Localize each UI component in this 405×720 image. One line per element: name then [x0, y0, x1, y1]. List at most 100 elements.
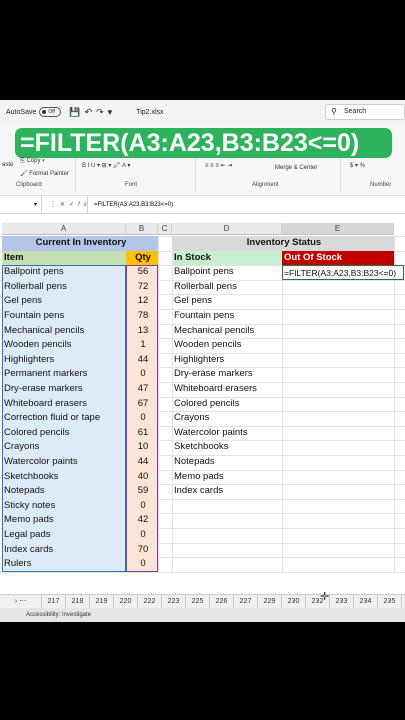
- scroll-arrows[interactable]: › ⋯: [0, 594, 42, 609]
- out-of-stock-header-cell[interactable]: Out Of Stock: [282, 250, 394, 266]
- item-cell[interactable]: Memo pads: [2, 513, 126, 528]
- merge-center-button[interactable]: Merge & Center: [275, 165, 317, 171]
- in-stock-cell[interactable]: Index cards: [172, 484, 282, 499]
- in-stock-cell[interactable]: Ballpoint pens: [172, 265, 282, 280]
- row-number[interactable]: 219: [90, 594, 114, 609]
- qty-cell[interactable]: 0: [126, 557, 158, 572]
- paste-button[interactable]: aste: [2, 162, 13, 168]
- row-number[interactable]: 227: [234, 594, 258, 609]
- in-stock-cell[interactable]: Dry-erase markers: [172, 367, 282, 382]
- row-number[interactable]: 230: [282, 594, 306, 609]
- column-header-e[interactable]: E: [282, 223, 394, 235]
- row-number[interactable]: 233: [330, 594, 354, 609]
- row-number[interactable]: 220: [114, 594, 138, 609]
- qty-cell[interactable]: 1: [126, 338, 158, 353]
- in-stock-cell[interactable]: Rollerball pens: [172, 280, 282, 295]
- qty-cell[interactable]: 12: [126, 294, 158, 309]
- in-stock-cell[interactable]: Crayons: [172, 411, 282, 426]
- column-header-a[interactable]: A: [2, 223, 126, 235]
- qty-cell[interactable]: 47: [126, 382, 158, 397]
- item-cell[interactable]: Legal pads: [2, 528, 126, 543]
- quick-access-icons[interactable]: 💾↶↷▾: [69, 107, 116, 118]
- item-cell[interactable]: Index cards: [2, 542, 126, 558]
- item-header-cell[interactable]: Item: [2, 250, 126, 266]
- in-stock-cell[interactable]: Memo pads: [172, 470, 282, 485]
- autosave-toggle[interactable]: Off: [39, 107, 62, 117]
- item-cell[interactable]: Notepads: [2, 484, 126, 499]
- row-number[interactable]: 229: [258, 594, 282, 609]
- item-cell[interactable]: Fountain pens: [2, 309, 126, 324]
- name-box[interactable]: ▾: [0, 196, 42, 213]
- item-cell[interactable]: Dry-erase markers: [2, 382, 126, 397]
- item-cell[interactable]: Mechanical pencils: [2, 323, 126, 339]
- row-number[interactable]: 223: [162, 594, 186, 609]
- item-cell[interactable]: Rulers: [2, 557, 126, 572]
- item-cell[interactable]: Rollerball pens: [2, 279, 126, 295]
- number-format-controls[interactable]: $ ▾ %: [350, 162, 365, 169]
- in-stock-header-cell[interactable]: In Stock: [172, 250, 282, 266]
- qty-cell[interactable]: 56: [126, 265, 158, 280]
- in-stock-cell[interactable]: Wooden pencils: [172, 338, 282, 353]
- formula-bar-buttons[interactable]: ⋮✕✓fx: [42, 196, 88, 213]
- item-cell[interactable]: Watercolor paints: [2, 455, 126, 470]
- copy-button[interactable]: ⎘ Copy ▾: [20, 158, 45, 165]
- qty-cell[interactable]: 10: [126, 440, 158, 455]
- qty-cell[interactable]: 72: [126, 279, 158, 295]
- item-cell[interactable]: Gel pens: [2, 294, 126, 309]
- inventory-title-cell[interactable]: Current In Inventory: [2, 236, 158, 251]
- in-stock-cell[interactable]: Watercolor paints: [172, 426, 282, 441]
- item-cell[interactable]: Highlighters: [2, 352, 126, 368]
- in-stock-cell[interactable]: Notepads: [172, 455, 282, 470]
- row-number[interactable]: 218: [66, 594, 90, 609]
- qty-cell[interactable]: 0: [126, 367, 158, 382]
- row-number[interactable]: 222: [138, 594, 162, 609]
- file-name[interactable]: Tip2.xlsx: [136, 109, 163, 116]
- in-stock-cell[interactable]: Gel pens: [172, 294, 282, 309]
- search-box[interactable]: ⚲ Search: [325, 104, 405, 120]
- qty-cell[interactable]: 0: [126, 528, 158, 543]
- item-cell[interactable]: Whiteboard erasers: [2, 396, 126, 412]
- item-cell[interactable]: Crayons: [2, 440, 126, 455]
- in-stock-cell[interactable]: Sketchbooks: [172, 440, 282, 455]
- active-cell-formula[interactable]: =FILTER(A3:A23,B3:B23<=0): [282, 265, 404, 280]
- qty-cell[interactable]: 44: [126, 455, 158, 470]
- qty-cell[interactable]: 59: [126, 484, 158, 499]
- in-stock-cell[interactable]: Colored pencils: [172, 397, 282, 412]
- formula-input[interactable]: =FILTER(A3:A23,B3:B23<=0): [88, 202, 173, 208]
- qty-cell[interactable]: 40: [126, 469, 158, 485]
- column-header-b[interactable]: B: [126, 223, 158, 235]
- font-controls[interactable]: B I U ▾ ⊞ ▾ 🖍 A ▾: [82, 162, 130, 169]
- item-cell[interactable]: Correction fluid or tape: [2, 411, 126, 426]
- qty-cell[interactable]: 44: [126, 352, 158, 368]
- qty-cell[interactable]: 0: [126, 498, 158, 514]
- column-header-d[interactable]: D: [172, 223, 282, 235]
- status-title-cell[interactable]: Inventory Status: [172, 236, 394, 251]
- row-number[interactable]: 234: [354, 594, 378, 609]
- row-number[interactable]: 235: [378, 594, 402, 609]
- accessibility-status[interactable]: Accessibility: Investigate: [26, 612, 91, 618]
- row-number[interactable]: 217: [42, 594, 66, 609]
- column-header-c[interactable]: C: [158, 223, 172, 235]
- qty-cell[interactable]: 42: [126, 513, 158, 528]
- item-cell[interactable]: Ballpoint pens: [2, 265, 126, 280]
- format-painter-button[interactable]: 🖌 Format Painter: [20, 170, 69, 177]
- qty-cell[interactable]: 13: [126, 323, 158, 339]
- qty-cell[interactable]: 61: [126, 425, 158, 441]
- item-cell[interactable]: Sticky notes: [2, 498, 126, 514]
- row-number[interactable]: 226: [210, 594, 234, 609]
- row-number[interactable]: 225: [186, 594, 210, 609]
- item-cell[interactable]: Sketchbooks: [2, 469, 126, 485]
- qty-cell[interactable]: 70: [126, 542, 158, 558]
- qty-header-cell[interactable]: Qty: [126, 250, 158, 266]
- in-stock-cell[interactable]: Highlighters: [172, 353, 282, 368]
- align-controls[interactable]: ≡ ≡ ≡ ⇤ ⇥: [205, 162, 232, 169]
- in-stock-cell[interactable]: Whiteboard erasers: [172, 382, 282, 397]
- item-cell[interactable]: Permanent markers: [2, 367, 126, 382]
- in-stock-cell[interactable]: Fountain pens: [172, 309, 282, 324]
- qty-cell[interactable]: 0: [126, 411, 158, 426]
- in-stock-cell[interactable]: Mechanical pencils: [172, 324, 282, 339]
- qty-cell[interactable]: 78: [126, 309, 158, 324]
- worksheet-grid[interactable]: A B C D E Current In Inventory Inventory Statu…: [0, 223, 405, 587]
- qty-cell[interactable]: 67: [126, 396, 158, 412]
- item-cell[interactable]: Wooden pencils: [2, 338, 126, 353]
